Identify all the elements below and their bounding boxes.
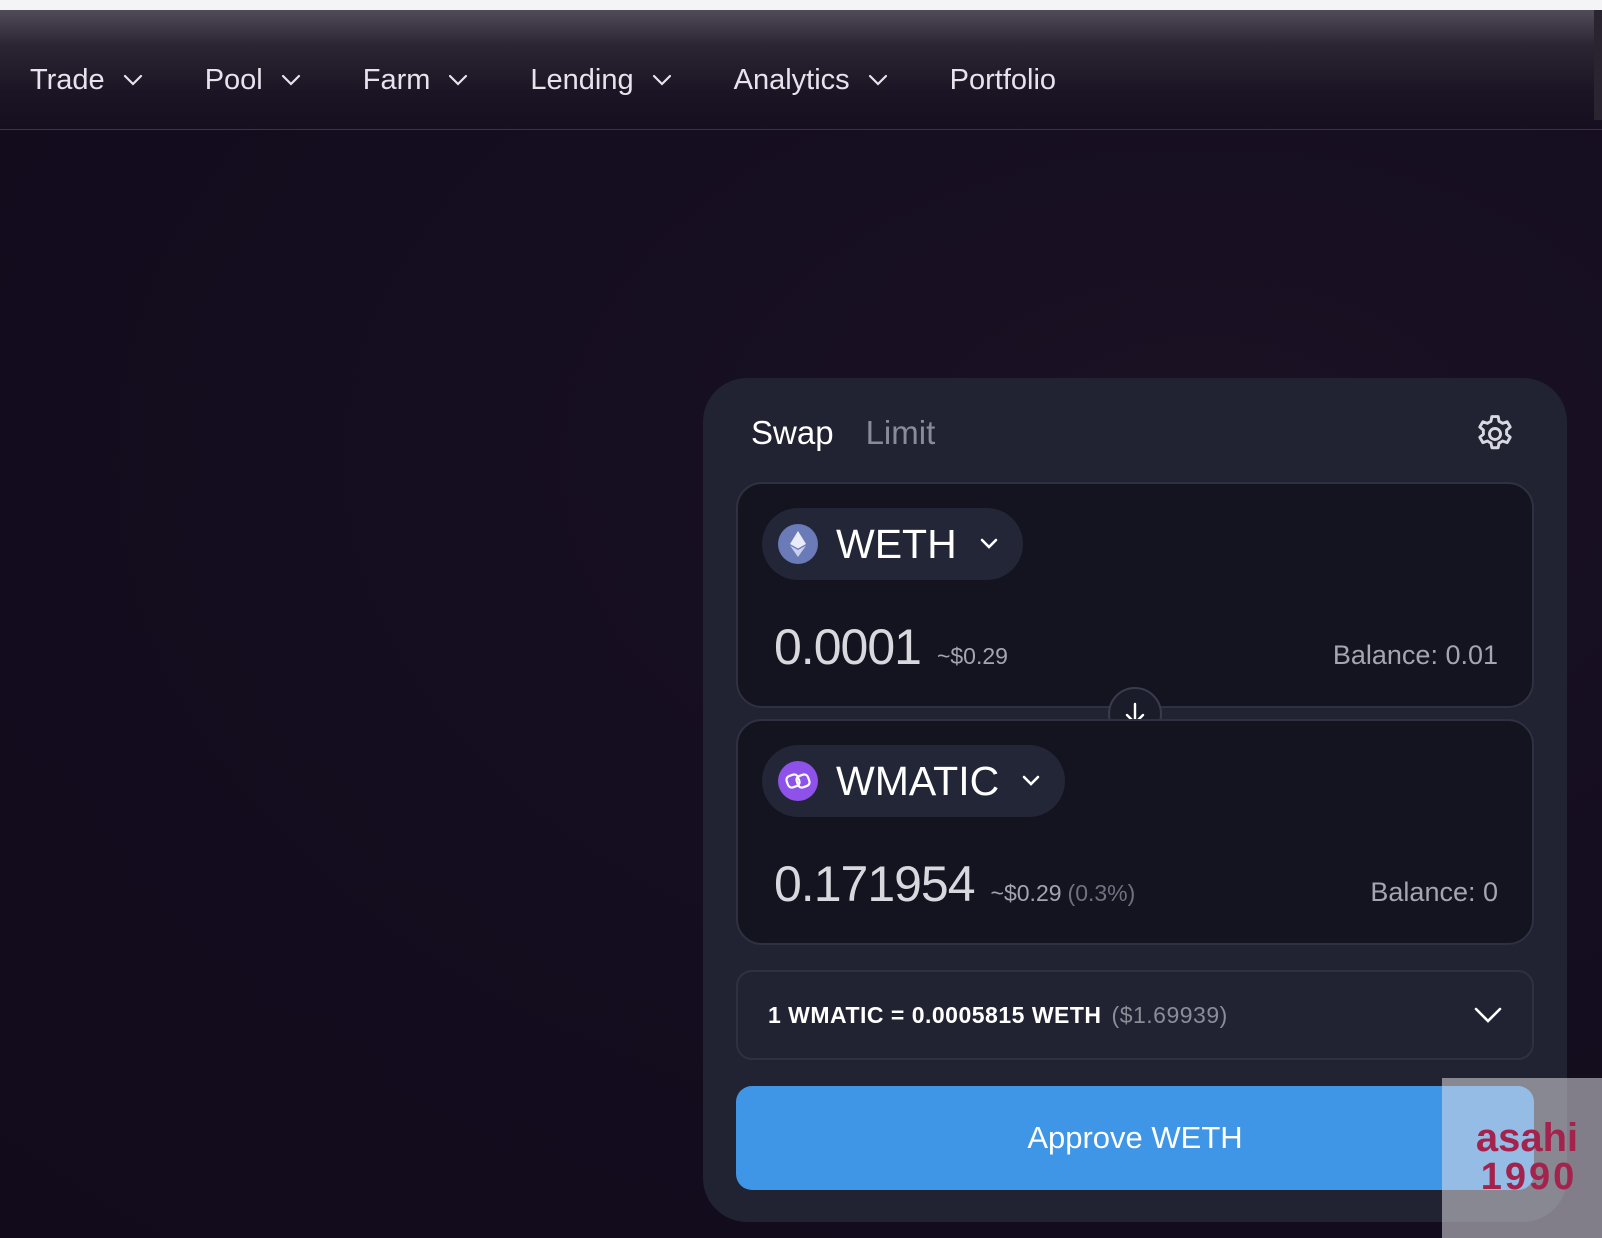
nav-item-lending[interactable]: Lending <box>530 64 671 97</box>
nav-item-analytics[interactable]: Analytics <box>734 64 888 97</box>
to-token-name: WMATIC <box>836 757 1000 804</box>
nav-item-label: Pool <box>204 63 263 96</box>
exchange-rate-toggle[interactable]: 1 WMATIC = 0.0005815 WETH ($1.69939) <box>736 970 1534 1060</box>
matic-icon <box>778 761 818 801</box>
from-amount-input[interactable]: 0.0001 <box>774 618 922 676</box>
watermark: asahi 1990 <box>1442 1078 1602 1238</box>
nav-item-portfolio[interactable]: Portfolio <box>950 64 1056 97</box>
gear-icon[interactable] <box>1473 412 1517 456</box>
to-usd-value: ~$0.29 <box>990 880 1062 906</box>
scrollbar-edge <box>1594 10 1602 120</box>
top-nav-bar: Trade Pool Farm Lending Analytics Portfo… <box>0 10 1602 130</box>
chevron-down-icon <box>449 74 468 86</box>
to-token-panel: WMATIC 0.171954 ~$0.29 (0.3%) Balance: 0 <box>736 719 1534 945</box>
from-token-selector[interactable]: WETH <box>762 508 1023 580</box>
watermark-line-1: asahi <box>1475 1116 1579 1161</box>
browser-top-edge <box>0 0 1602 10</box>
tab-swap[interactable]: Swap <box>751 414 834 452</box>
chevron-down-icon <box>123 74 142 86</box>
exchange-rate-text: 1 WMATIC = 0.0005815 WETH <box>768 1001 1102 1028</box>
nav-item-label: Farm <box>362 63 431 96</box>
nav-item-trade[interactable]: Trade <box>30 64 143 97</box>
from-amount-row: 0.0001 ~$0.29 Balance: 0.01 <box>774 618 1498 676</box>
nav-item-label: Portfolio <box>949 63 1057 96</box>
from-balance[interactable]: Balance: 0.01 <box>1333 640 1498 671</box>
chevron-down-icon <box>1022 775 1040 786</box>
nav-menu: Trade Pool Farm Lending Analytics Portfo… <box>30 50 1118 110</box>
chevron-down-icon <box>1474 1007 1502 1023</box>
exchange-rate-usd: ($1.69939) <box>1111 1001 1228 1028</box>
from-token-panel: WETH 0.0001 ~$0.29 Balance: 0.01 <box>736 482 1534 708</box>
tab-limit[interactable]: Limit <box>866 414 936 452</box>
from-token-name: WETH <box>836 520 957 567</box>
nav-item-farm[interactable]: Farm <box>363 64 469 97</box>
nav-item-label: Lending <box>530 63 634 96</box>
to-balance: Balance: 0 <box>1370 877 1498 907</box>
swap-tabs: Swap Limit <box>751 414 967 452</box>
eth-icon <box>778 524 818 564</box>
approve-button[interactable]: Approve WETH <box>736 1086 1534 1190</box>
to-token-selector[interactable]: WMATIC <box>762 745 1066 817</box>
watermark-line-2: 1990 <box>1480 1156 1578 1199</box>
to-amount-row: 0.171954 ~$0.29 (0.3%) Balance: 0 <box>774 855 1498 913</box>
price-impact: (0.3%) <box>1067 880 1136 906</box>
nav-item-pool[interactable]: Pool <box>205 64 301 97</box>
chevron-down-icon <box>281 74 300 86</box>
nav-item-label: Analytics <box>733 63 850 96</box>
from-usd-value: ~$0.29 <box>936 643 1008 669</box>
chevron-down-icon <box>980 538 998 549</box>
chevron-down-icon <box>652 74 671 86</box>
chevron-down-icon <box>868 74 887 86</box>
nav-item-label: Trade <box>30 63 105 96</box>
to-amount-output: 0.171954 <box>774 856 976 912</box>
swap-card: Swap Limit WETH 0.0001 ~$0.29 Balance: 0… <box>703 378 1567 1222</box>
